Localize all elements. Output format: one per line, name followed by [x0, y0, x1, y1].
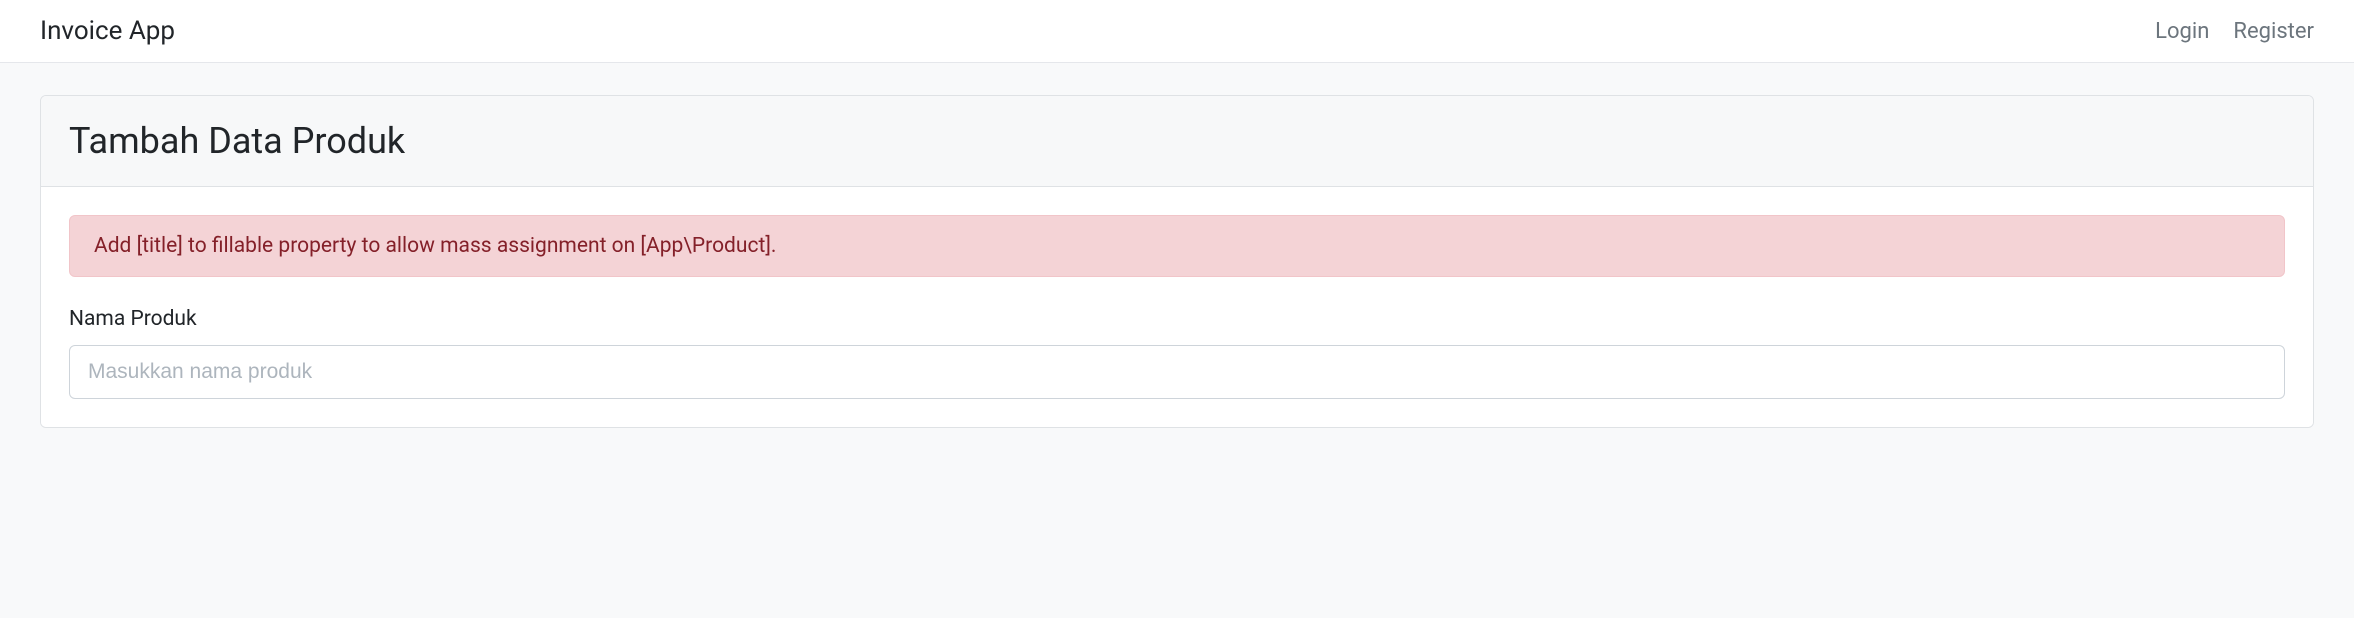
- navbar-brand[interactable]: Invoice App: [40, 16, 175, 46]
- product-name-input[interactable]: [69, 345, 2285, 399]
- card: Tambah Data Produk Add [title] to fillab…: [40, 95, 2314, 428]
- card-body: Add [title] to fillable property to allo…: [41, 187, 2313, 427]
- alert-error: Add [title] to fillable property to allo…: [69, 215, 2285, 277]
- nav-link-register[interactable]: Register: [2233, 19, 2314, 44]
- nav-link-login[interactable]: Login: [2155, 19, 2209, 44]
- main-container: Tambah Data Produk Add [title] to fillab…: [0, 63, 2354, 460]
- page-title: Tambah Data Produk: [69, 120, 2285, 162]
- navbar: Invoice App Login Register: [0, 0, 2354, 63]
- navbar-nav: Login Register: [2155, 19, 2314, 44]
- product-name-label: Nama Produk: [69, 307, 2285, 331]
- card-header: Tambah Data Produk: [41, 96, 2313, 187]
